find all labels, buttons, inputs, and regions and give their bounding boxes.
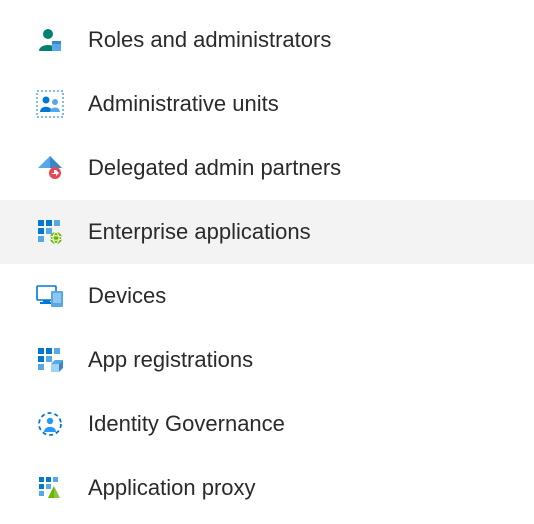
roles-icon [36, 26, 64, 54]
sidebar-item-label: Roles and administrators [88, 27, 331, 53]
sidebar-item-label: App registrations [88, 347, 253, 373]
delegated-partners-icon [36, 154, 64, 182]
sidebar-item-application-proxy[interactable]: Application proxy [0, 456, 534, 520]
sidebar-menu: Roles and administrators Administrative … [0, 0, 534, 520]
sidebar-item-enterprise-applications[interactable]: Enterprise applications [0, 200, 534, 264]
identity-governance-icon [36, 410, 64, 438]
sidebar-item-identity-governance[interactable]: Identity Governance [0, 392, 534, 456]
app-registrations-icon [36, 346, 64, 374]
sidebar-item-label: Devices [88, 283, 166, 309]
application-proxy-icon [36, 474, 64, 502]
sidebar-item-label: Enterprise applications [88, 219, 311, 245]
sidebar-item-delegated-partners[interactable]: Delegated admin partners [0, 136, 534, 200]
sidebar-item-label: Administrative units [88, 91, 279, 117]
sidebar-item-administrative-units[interactable]: Administrative units [0, 72, 534, 136]
sidebar-item-app-registrations[interactable]: App registrations [0, 328, 534, 392]
sidebar-item-label: Delegated admin partners [88, 155, 341, 181]
sidebar-item-label: Identity Governance [88, 411, 285, 437]
sidebar-item-label: Application proxy [88, 475, 256, 501]
sidebar-item-devices[interactable]: Devices [0, 264, 534, 328]
admin-units-icon [36, 90, 64, 118]
sidebar-item-roles-administrators[interactable]: Roles and administrators [0, 8, 534, 72]
devices-icon [36, 282, 64, 310]
enterprise-apps-icon [36, 218, 64, 246]
